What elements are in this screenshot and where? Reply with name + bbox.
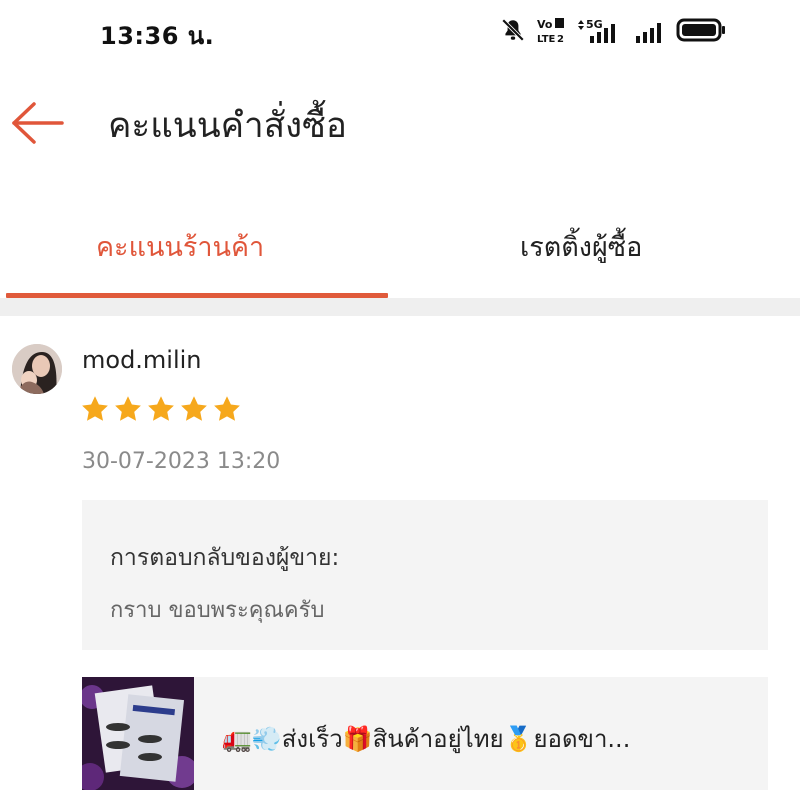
avatar-image [12, 344, 62, 394]
back-button[interactable] [10, 100, 66, 146]
status-icons: Vo LTE 2 5G [500, 14, 728, 46]
star-icon [82, 396, 108, 421]
rating-stars [80, 394, 242, 424]
avatar[interactable] [12, 344, 62, 394]
page-title: คะแนนคำสั่งซื้อ [108, 106, 347, 146]
product-thumbnail [82, 677, 194, 790]
status-time: 13:36 น. [100, 22, 215, 50]
tab-shop-rating[interactable]: คะแนนร้านค้า [0, 205, 392, 298]
battery-icon [676, 18, 725, 42]
seller-reply-box: การตอบกลับของผู้ขาย: กราบ ขอบพระคุณครับ [82, 500, 768, 650]
svg-text:5G: 5G [586, 18, 603, 31]
status-bar: 13:36 น. Vo LTE 2 5G [0, 0, 800, 62]
tab-shop-rating-label: คะแนนร้านค้า [96, 232, 265, 263]
seller-reply-label: การตอบกลับของผู้ขาย: [110, 545, 340, 571]
tab-bar: คะแนนร้านค้า เรตติ้งผู้ซื้อ [0, 205, 800, 298]
tab-buyer-rating[interactable]: เรตติ้งผู้ซื้อ [392, 205, 800, 298]
mute-bell-icon [501, 18, 525, 42]
svg-text:2: 2 [557, 34, 564, 45]
star-icon [181, 396, 207, 421]
review-timestamp: 30-07-2023 13:20 [82, 449, 281, 474]
svg-text:LTE: LTE [537, 34, 556, 45]
star-icon [148, 396, 174, 421]
volte-icon: Vo LTE 2 [537, 18, 564, 45]
back-arrow-icon [12, 102, 64, 144]
svg-text:Vo: Vo [537, 18, 553, 31]
header: คะแนนคำสั่งซื้อ [0, 62, 800, 182]
product-title: 🚛💨ส่งเร็ว🎁สินค้าอยู่ไทย🥇ยอดขา... [222, 725, 631, 753]
star-icon [115, 396, 141, 421]
5g-signal-icon: 5G [578, 18, 615, 43]
signal-icon [636, 23, 661, 43]
reviewer-username: mod.milin [82, 346, 202, 374]
section-divider [0, 298, 800, 316]
seller-reply-text: กราบ ขอบพระคุณครับ [110, 598, 325, 623]
product-image [82, 677, 194, 790]
star-icon [214, 396, 240, 421]
tab-buyer-rating-label: เรตติ้งผู้ซื้อ [520, 232, 643, 263]
product-card[interactable]: 🚛💨ส่งเร็ว🎁สินค้าอยู่ไทย🥇ยอดขา... [82, 677, 768, 790]
